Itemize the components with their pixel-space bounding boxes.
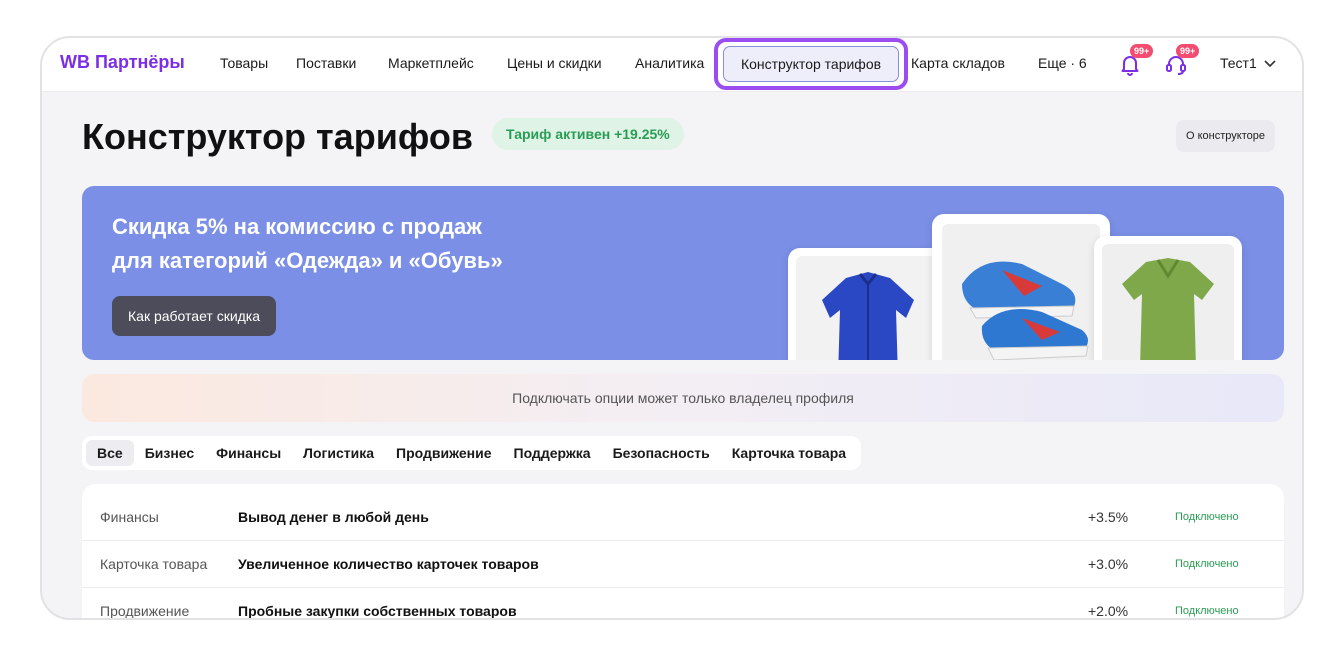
top-nav: WB Партнёры Товары Поставки Маркетплейс … xyxy=(42,38,1302,92)
user-name: Тест1 xyxy=(1220,55,1257,71)
row-option-name: Увеличенное количество карточек товаров xyxy=(238,556,539,572)
nav-item-supplies[interactable]: Поставки xyxy=(296,55,356,71)
nav-item-tariff-builder-highlight: Конструктор тарифов xyxy=(714,38,908,90)
page-title: Конструктор тарифов xyxy=(82,116,473,157)
user-menu[interactable]: Тест1 xyxy=(1220,55,1277,71)
tab-all[interactable]: Все xyxy=(86,440,134,466)
tab-finance[interactable]: Финансы xyxy=(205,440,292,466)
how-discount-works-button[interactable]: Как работает скидка xyxy=(112,296,277,336)
about-button[interactable]: О конструкторе xyxy=(1176,120,1275,152)
row-option-name: Пробные закупки собственных товаров xyxy=(238,603,517,619)
nav-item-more[interactable]: Еще · 6 xyxy=(1038,55,1087,71)
options-table: Финансы Вывод денег в любой день +3.5% П… xyxy=(82,484,1284,619)
row-category: Карточка товара xyxy=(100,556,208,572)
row-percent: +2.0% xyxy=(1088,603,1129,619)
logo[interactable]: WB Партнёры xyxy=(60,52,185,73)
support-badge: 99+ xyxy=(1176,44,1200,58)
sneakers-image xyxy=(942,224,1100,360)
support-button[interactable]: 99+ xyxy=(1164,44,1200,78)
status-badge: Тариф активен +19.25% xyxy=(492,118,684,150)
nav-item-warehouse-map[interactable]: Карта складов xyxy=(911,55,1005,71)
table-row[interactable]: Финансы Вывод денег в любой день +3.5% П… xyxy=(82,494,1284,541)
tab-promotion[interactable]: Продвижение xyxy=(385,440,502,466)
polo-card xyxy=(1094,236,1242,360)
shirt-card xyxy=(788,248,948,360)
nav-item-products[interactable]: Товары xyxy=(220,55,268,71)
row-status: Подключено xyxy=(1175,605,1239,617)
table-row[interactable]: Карточка товара Увеличенное количество к… xyxy=(82,541,1284,588)
shirt-image xyxy=(796,256,940,360)
sneakers-card xyxy=(932,214,1110,360)
notifications-button[interactable]: 99+ xyxy=(1118,44,1154,78)
row-status: Подключено xyxy=(1175,511,1239,523)
tab-product-card[interactable]: Карточка товара xyxy=(721,440,857,466)
nav-item-tariff-builder[interactable]: Конструктор тарифов xyxy=(723,46,899,82)
tab-logistics[interactable]: Логистика xyxy=(292,440,385,466)
banner-title-line2: для категорий «Одежда» и «Обувь» xyxy=(112,248,503,273)
row-percent: +3.0% xyxy=(1088,556,1129,572)
row-category: Финансы xyxy=(100,509,159,525)
nav-item-analytics[interactable]: Аналитика xyxy=(635,55,704,71)
browser-frame: WB Партнёры Товары Поставки Маркетплейс … xyxy=(40,36,1304,620)
chevron-down-icon xyxy=(1264,60,1276,68)
polo-image xyxy=(1102,244,1234,360)
nav-item-prices[interactable]: Цены и скидки xyxy=(507,55,602,71)
row-category: Продвижение xyxy=(100,603,190,619)
owner-only-notice: Подключать опции может только владелец п… xyxy=(82,374,1284,422)
table-row[interactable]: Продвижение Пробные закупки собственных … xyxy=(82,588,1284,619)
tab-support[interactable]: Поддержка xyxy=(503,440,602,466)
nav-item-marketplace[interactable]: Маркетплейс xyxy=(388,55,474,71)
row-option-name: Вывод денег в любой день xyxy=(238,509,429,525)
tab-business[interactable]: Бизнес xyxy=(134,440,205,466)
row-status: Подключено xyxy=(1175,558,1239,570)
tab-security[interactable]: Безопасность xyxy=(602,440,721,466)
banner-title-line1: Скидка 5% на комиссию с продаж xyxy=(112,214,482,239)
promo-banner: Скидка 5% на комиссию с продаж для катег… xyxy=(82,186,1284,360)
banner-title: Скидка 5% на комиссию с продаж для катег… xyxy=(112,210,503,278)
row-percent: +3.5% xyxy=(1088,509,1129,525)
category-tabs: Все Бизнес Финансы Логистика Продвижение… xyxy=(82,436,862,470)
notifications-badge: 99+ xyxy=(1130,44,1154,58)
